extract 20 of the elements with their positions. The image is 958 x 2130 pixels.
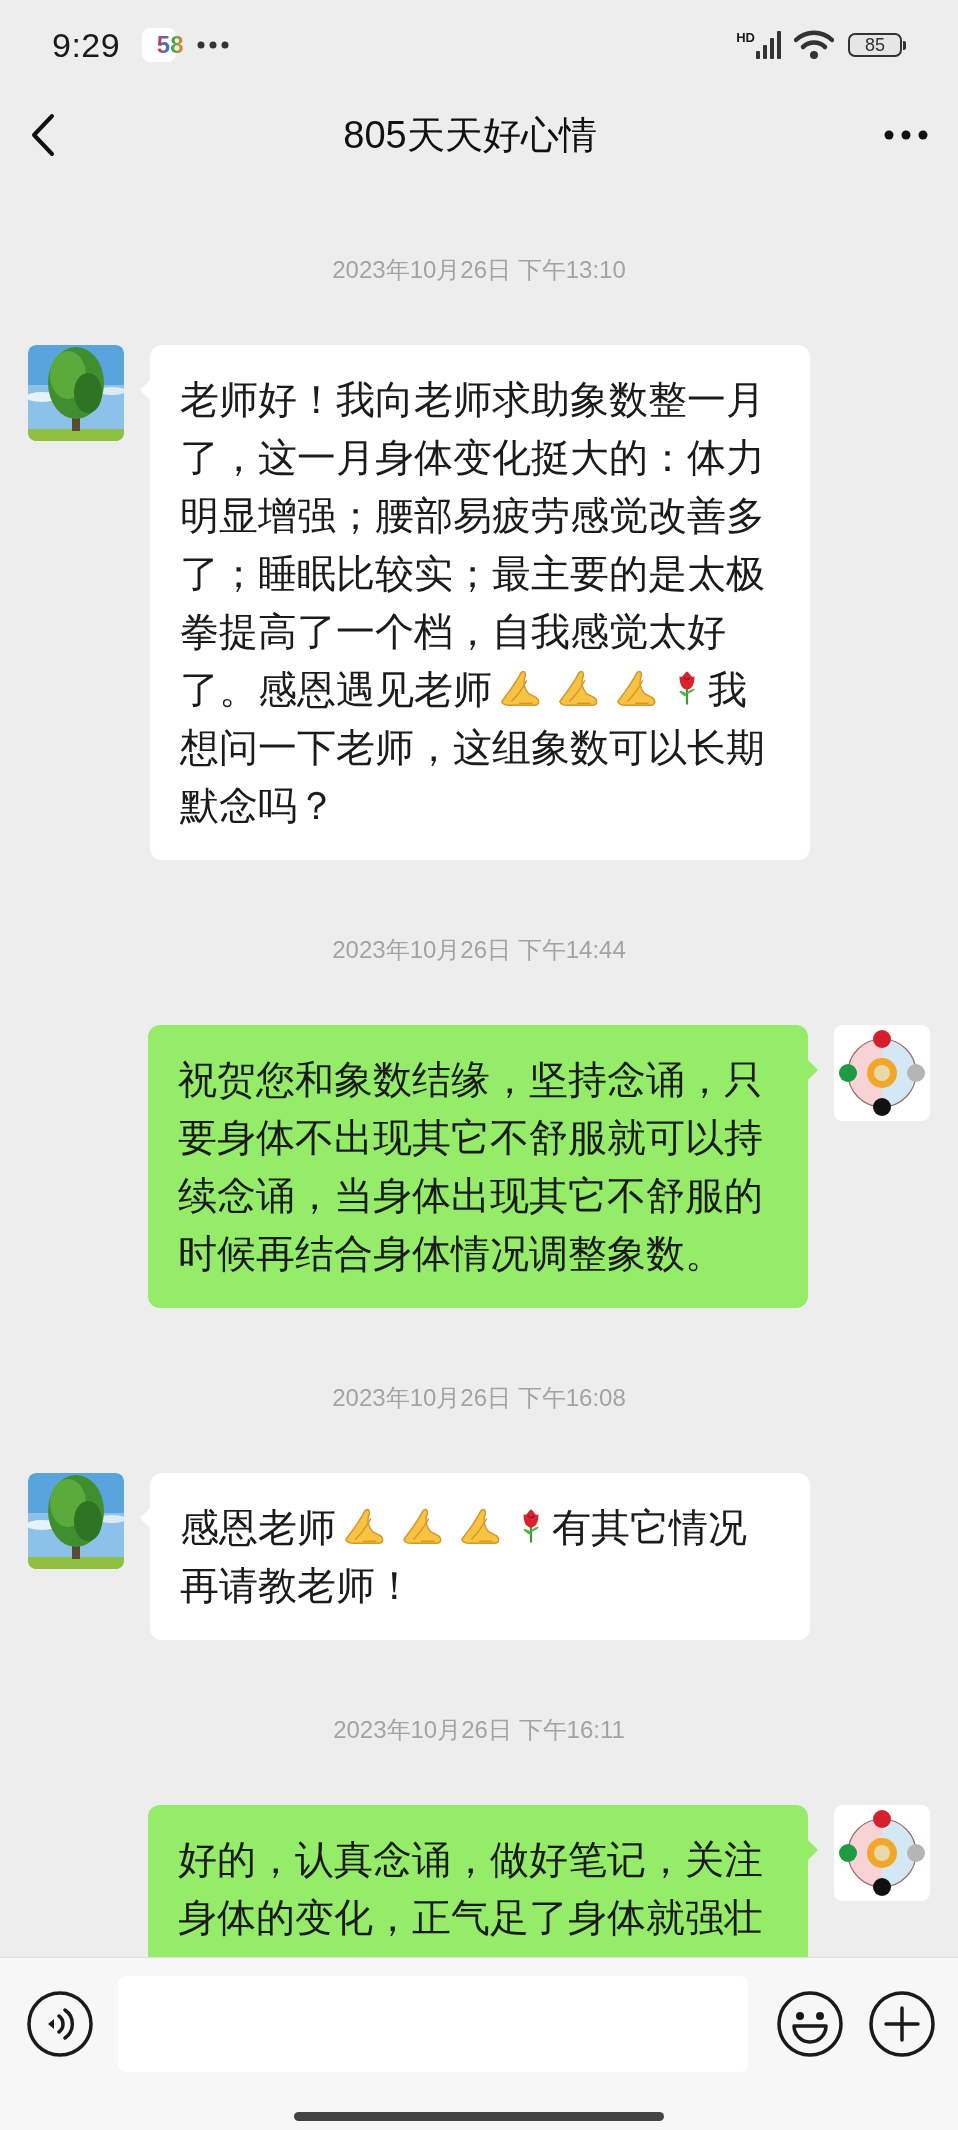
back-button[interactable] [30,113,56,157]
message-timestamp: 2023年10月26日 下午16:08 [332,1383,626,1413]
network-label: HD [736,30,755,45]
message-text: 好的，认真念诵，做好笔记，关注身体的变化，正气足了身体就强壮 [178,1836,764,1942]
signal-icon [756,31,782,59]
emoji-button[interactable] [776,1990,844,2058]
status-time: 9:29 [52,25,121,65]
message-text: 老师好！我向老师求助象数整一月了，这一月身体变化挺大的：体力明显增强；腰部易疲劳感觉改善多了；睡眠比较实；最主要的是太极拳提高了一个档，自我感觉太好了。感恩遇见老师 我想问一下老师，这组象数可以长期默念吗？ [180,376,766,830]
add-button[interactable] [868,1990,936,2058]
wifi-icon [794,30,834,60]
message-text: 祝贺您和象数结缘，坚持念诵，只要身体不出现其它不舒服就可以持续念诵，当身体出现其它不舒服的时候再结合身体情况调整象数。 [178,1056,764,1278]
message-timestamp: 2023年10月26日 下午16:11 [333,1715,625,1745]
message-timestamp: 2023年10月26日 下午14:44 [332,935,626,965]
message-text: 感恩老师 有其它情况再请教老师！ [180,1502,748,1610]
voice-button[interactable] [26,1990,94,2058]
more-button[interactable] [884,130,928,140]
chat-title: 805天天好心情 [343,112,597,158]
more-icon [196,40,231,50]
battery-level: 85 [848,33,902,57]
message-timestamp: 2023年10月26日 下午13:10 [332,255,626,285]
